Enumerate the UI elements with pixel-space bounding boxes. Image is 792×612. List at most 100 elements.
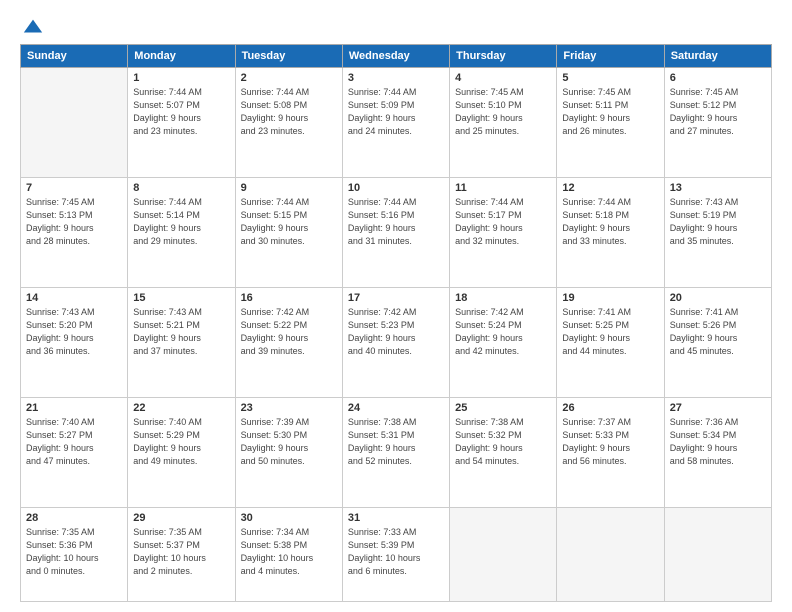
day-number: 22 xyxy=(133,402,229,414)
calendar-cell: 13 Sunrise: 7:43 AMSunset: 5:19 PMDayligh… xyxy=(664,178,771,288)
day-header-saturday: Saturday xyxy=(664,45,771,68)
day-info: Sunrise: 7:35 AMSunset: 5:37 PMDaylight:… xyxy=(133,526,229,578)
day-info: Sunrise: 7:44 AMSunset: 5:16 PMDaylight:… xyxy=(348,196,444,248)
day-number: 2 xyxy=(241,72,337,84)
day-number: 6 xyxy=(670,72,766,84)
calendar-cell: 25 Sunrise: 7:38 AMSunset: 5:32 PMDayligh… xyxy=(450,398,557,508)
day-number: 9 xyxy=(241,182,337,194)
calendar-cell: 8 Sunrise: 7:44 AMSunset: 5:14 PMDaylight… xyxy=(128,178,235,288)
day-info: Sunrise: 7:43 AMSunset: 5:21 PMDaylight:… xyxy=(133,306,229,358)
calendar-cell: 16 Sunrise: 7:42 AMSunset: 5:22 PMDayligh… xyxy=(235,288,342,398)
header xyxy=(20,16,772,34)
calendar-cell: 27 Sunrise: 7:36 AMSunset: 5:34 PMDayligh… xyxy=(664,398,771,508)
day-header-sunday: Sunday xyxy=(21,45,128,68)
day-number: 8 xyxy=(133,182,229,194)
calendar-header-row: SundayMondayTuesdayWednesdayThursdayFrid… xyxy=(21,45,772,68)
day-info: Sunrise: 7:45 AMSunset: 5:12 PMDaylight:… xyxy=(670,86,766,138)
calendar-cell: 26Sunrise: 7:37 AMSunset: 5:33 PMDayligh… xyxy=(557,398,664,508)
day-info: Sunrise: 7:40 AMSunset: 5:29 PMDaylight:… xyxy=(133,416,229,468)
day-number: 15 xyxy=(133,292,229,304)
calendar-cell: 14Sunrise: 7:43 AMSunset: 5:20 PMDayligh… xyxy=(21,288,128,398)
day-info: Sunrise: 7:42 AMSunset: 5:24 PMDaylight:… xyxy=(455,306,551,358)
day-info: Sunrise: 7:38 AMSunset: 5:32 PMDaylight:… xyxy=(455,416,551,468)
calendar: SundayMondayTuesdayWednesdayThursdayFrid… xyxy=(20,44,772,602)
day-info: Sunrise: 7:33 AMSunset: 5:39 PMDaylight:… xyxy=(348,526,444,578)
calendar-cell: 1 Sunrise: 7:44 AMSunset: 5:07 PMDaylight… xyxy=(128,68,235,178)
day-info: Sunrise: 7:44 AMSunset: 5:18 PMDaylight:… xyxy=(562,196,658,248)
day-info: Sunrise: 7:45 AMSunset: 5:10 PMDaylight:… xyxy=(455,86,551,138)
calendar-cell: 21 Sunrise: 7:40 AMSunset: 5:27 PMDayligh… xyxy=(21,398,128,508)
page: SundayMondayTuesdayWednesdayThursdayFrid… xyxy=(0,0,792,612)
day-header-monday: Monday xyxy=(128,45,235,68)
day-number: 1 xyxy=(133,72,229,84)
day-number: 30 xyxy=(241,512,337,524)
logo xyxy=(20,16,44,34)
day-number: 20 xyxy=(670,292,766,304)
calendar-cell: 10Sunrise: 7:44 AMSunset: 5:16 PMDayligh… xyxy=(342,178,449,288)
calendar-cell: 23Sunrise: 7:39 AMSunset: 5:30 PMDayligh… xyxy=(235,398,342,508)
day-info: Sunrise: 7:35 AMSunset: 5:36 PMDaylight:… xyxy=(26,526,122,578)
calendar-cell: 12Sunrise: 7:44 AMSunset: 5:18 PMDayligh… xyxy=(557,178,664,288)
day-header-tuesday: Tuesday xyxy=(235,45,342,68)
day-number: 28 xyxy=(26,512,122,524)
day-info: Sunrise: 7:36 AMSunset: 5:34 PMDaylight:… xyxy=(670,416,766,468)
day-info: Sunrise: 7:41 AMSunset: 5:25 PMDaylight:… xyxy=(562,306,658,358)
day-info: Sunrise: 7:43 AMSunset: 5:19 PMDaylight:… xyxy=(670,196,766,248)
day-info: Sunrise: 7:42 AMSunset: 5:22 PMDaylight:… xyxy=(241,306,337,358)
logo-icon xyxy=(22,16,44,38)
calendar-cell: 6 Sunrise: 7:45 AMSunset: 5:12 PMDaylight… xyxy=(664,68,771,178)
day-number: 17 xyxy=(348,292,444,304)
calendar-cell: 30 Sunrise: 7:34 AMSunset: 5:38 PMDayligh… xyxy=(235,508,342,602)
day-info: Sunrise: 7:44 AMSunset: 5:07 PMDaylight:… xyxy=(133,86,229,138)
day-header-thursday: Thursday xyxy=(450,45,557,68)
day-number: 24 xyxy=(348,402,444,414)
calendar-cell: 20 Sunrise: 7:41 AMSunset: 5:26 PMDayligh… xyxy=(664,288,771,398)
calendar-cell: 29Sunrise: 7:35 AMSunset: 5:37 PMDayligh… xyxy=(128,508,235,602)
day-info: Sunrise: 7:40 AMSunset: 5:27 PMDaylight:… xyxy=(26,416,122,468)
day-number: 4 xyxy=(455,72,551,84)
calendar-cell: 4 Sunrise: 7:45 AMSunset: 5:10 PMDaylight… xyxy=(450,68,557,178)
day-number: 27 xyxy=(670,402,766,414)
day-info: Sunrise: 7:45 AMSunset: 5:11 PMDaylight:… xyxy=(562,86,658,138)
day-number: 26 xyxy=(562,402,658,414)
week-row-4: 21 Sunrise: 7:40 AMSunset: 5:27 PMDayligh… xyxy=(21,398,772,508)
calendar-cell: 11 Sunrise: 7:44 AMSunset: 5:17 PMDayligh… xyxy=(450,178,557,288)
day-info: Sunrise: 7:44 AMSunset: 5:15 PMDaylight:… xyxy=(241,196,337,248)
calendar-cell: 5 Sunrise: 7:45 AMSunset: 5:11 PMDaylight… xyxy=(557,68,664,178)
day-info: Sunrise: 7:43 AMSunset: 5:20 PMDaylight:… xyxy=(26,306,122,358)
day-number: 7 xyxy=(26,182,122,194)
calendar-cell: 2 Sunrise: 7:44 AMSunset: 5:08 PMDaylight… xyxy=(235,68,342,178)
week-row-3: 14Sunrise: 7:43 AMSunset: 5:20 PMDayligh… xyxy=(21,288,772,398)
week-row-2: 7 Sunrise: 7:45 AMSunset: 5:13 PMDaylight… xyxy=(21,178,772,288)
day-number: 31 xyxy=(348,512,444,524)
calendar-cell: 18Sunrise: 7:42 AMSunset: 5:24 PMDayligh… xyxy=(450,288,557,398)
day-number: 23 xyxy=(241,402,337,414)
calendar-cell: 19Sunrise: 7:41 AMSunset: 5:25 PMDayligh… xyxy=(557,288,664,398)
calendar-cell: 22 Sunrise: 7:40 AMSunset: 5:29 PMDayligh… xyxy=(128,398,235,508)
day-number: 13 xyxy=(670,182,766,194)
day-number: 16 xyxy=(241,292,337,304)
calendar-cell: 31 Sunrise: 7:33 AMSunset: 5:39 PMDayligh… xyxy=(342,508,449,602)
day-number: 21 xyxy=(26,402,122,414)
day-info: Sunrise: 7:44 AMSunset: 5:17 PMDaylight:… xyxy=(455,196,551,248)
calendar-cell: 7 Sunrise: 7:45 AMSunset: 5:13 PMDaylight… xyxy=(21,178,128,288)
day-info: Sunrise: 7:45 AMSunset: 5:13 PMDaylight:… xyxy=(26,196,122,248)
day-header-wednesday: Wednesday xyxy=(342,45,449,68)
day-info: Sunrise: 7:44 AMSunset: 5:08 PMDaylight:… xyxy=(241,86,337,138)
day-info: Sunrise: 7:44 AMSunset: 5:14 PMDaylight:… xyxy=(133,196,229,248)
day-info: Sunrise: 7:41 AMSunset: 5:26 PMDaylight:… xyxy=(670,306,766,358)
day-number: 25 xyxy=(455,402,551,414)
calendar-cell: 3Sunrise: 7:44 AMSunset: 5:09 PMDaylight… xyxy=(342,68,449,178)
week-row-5: 28 Sunrise: 7:35 AMSunset: 5:36 PMDayligh… xyxy=(21,508,772,602)
day-number: 11 xyxy=(455,182,551,194)
day-number: 3 xyxy=(348,72,444,84)
calendar-cell xyxy=(664,508,771,602)
day-number: 5 xyxy=(562,72,658,84)
calendar-cell: 28 Sunrise: 7:35 AMSunset: 5:36 PMDayligh… xyxy=(21,508,128,602)
day-info: Sunrise: 7:38 AMSunset: 5:31 PMDaylight:… xyxy=(348,416,444,468)
week-row-1: 1 Sunrise: 7:44 AMSunset: 5:07 PMDaylight… xyxy=(21,68,772,178)
day-info: Sunrise: 7:34 AMSunset: 5:38 PMDaylight:… xyxy=(241,526,337,578)
calendar-cell xyxy=(21,68,128,178)
calendar-cell xyxy=(450,508,557,602)
day-info: Sunrise: 7:42 AMSunset: 5:23 PMDaylight:… xyxy=(348,306,444,358)
